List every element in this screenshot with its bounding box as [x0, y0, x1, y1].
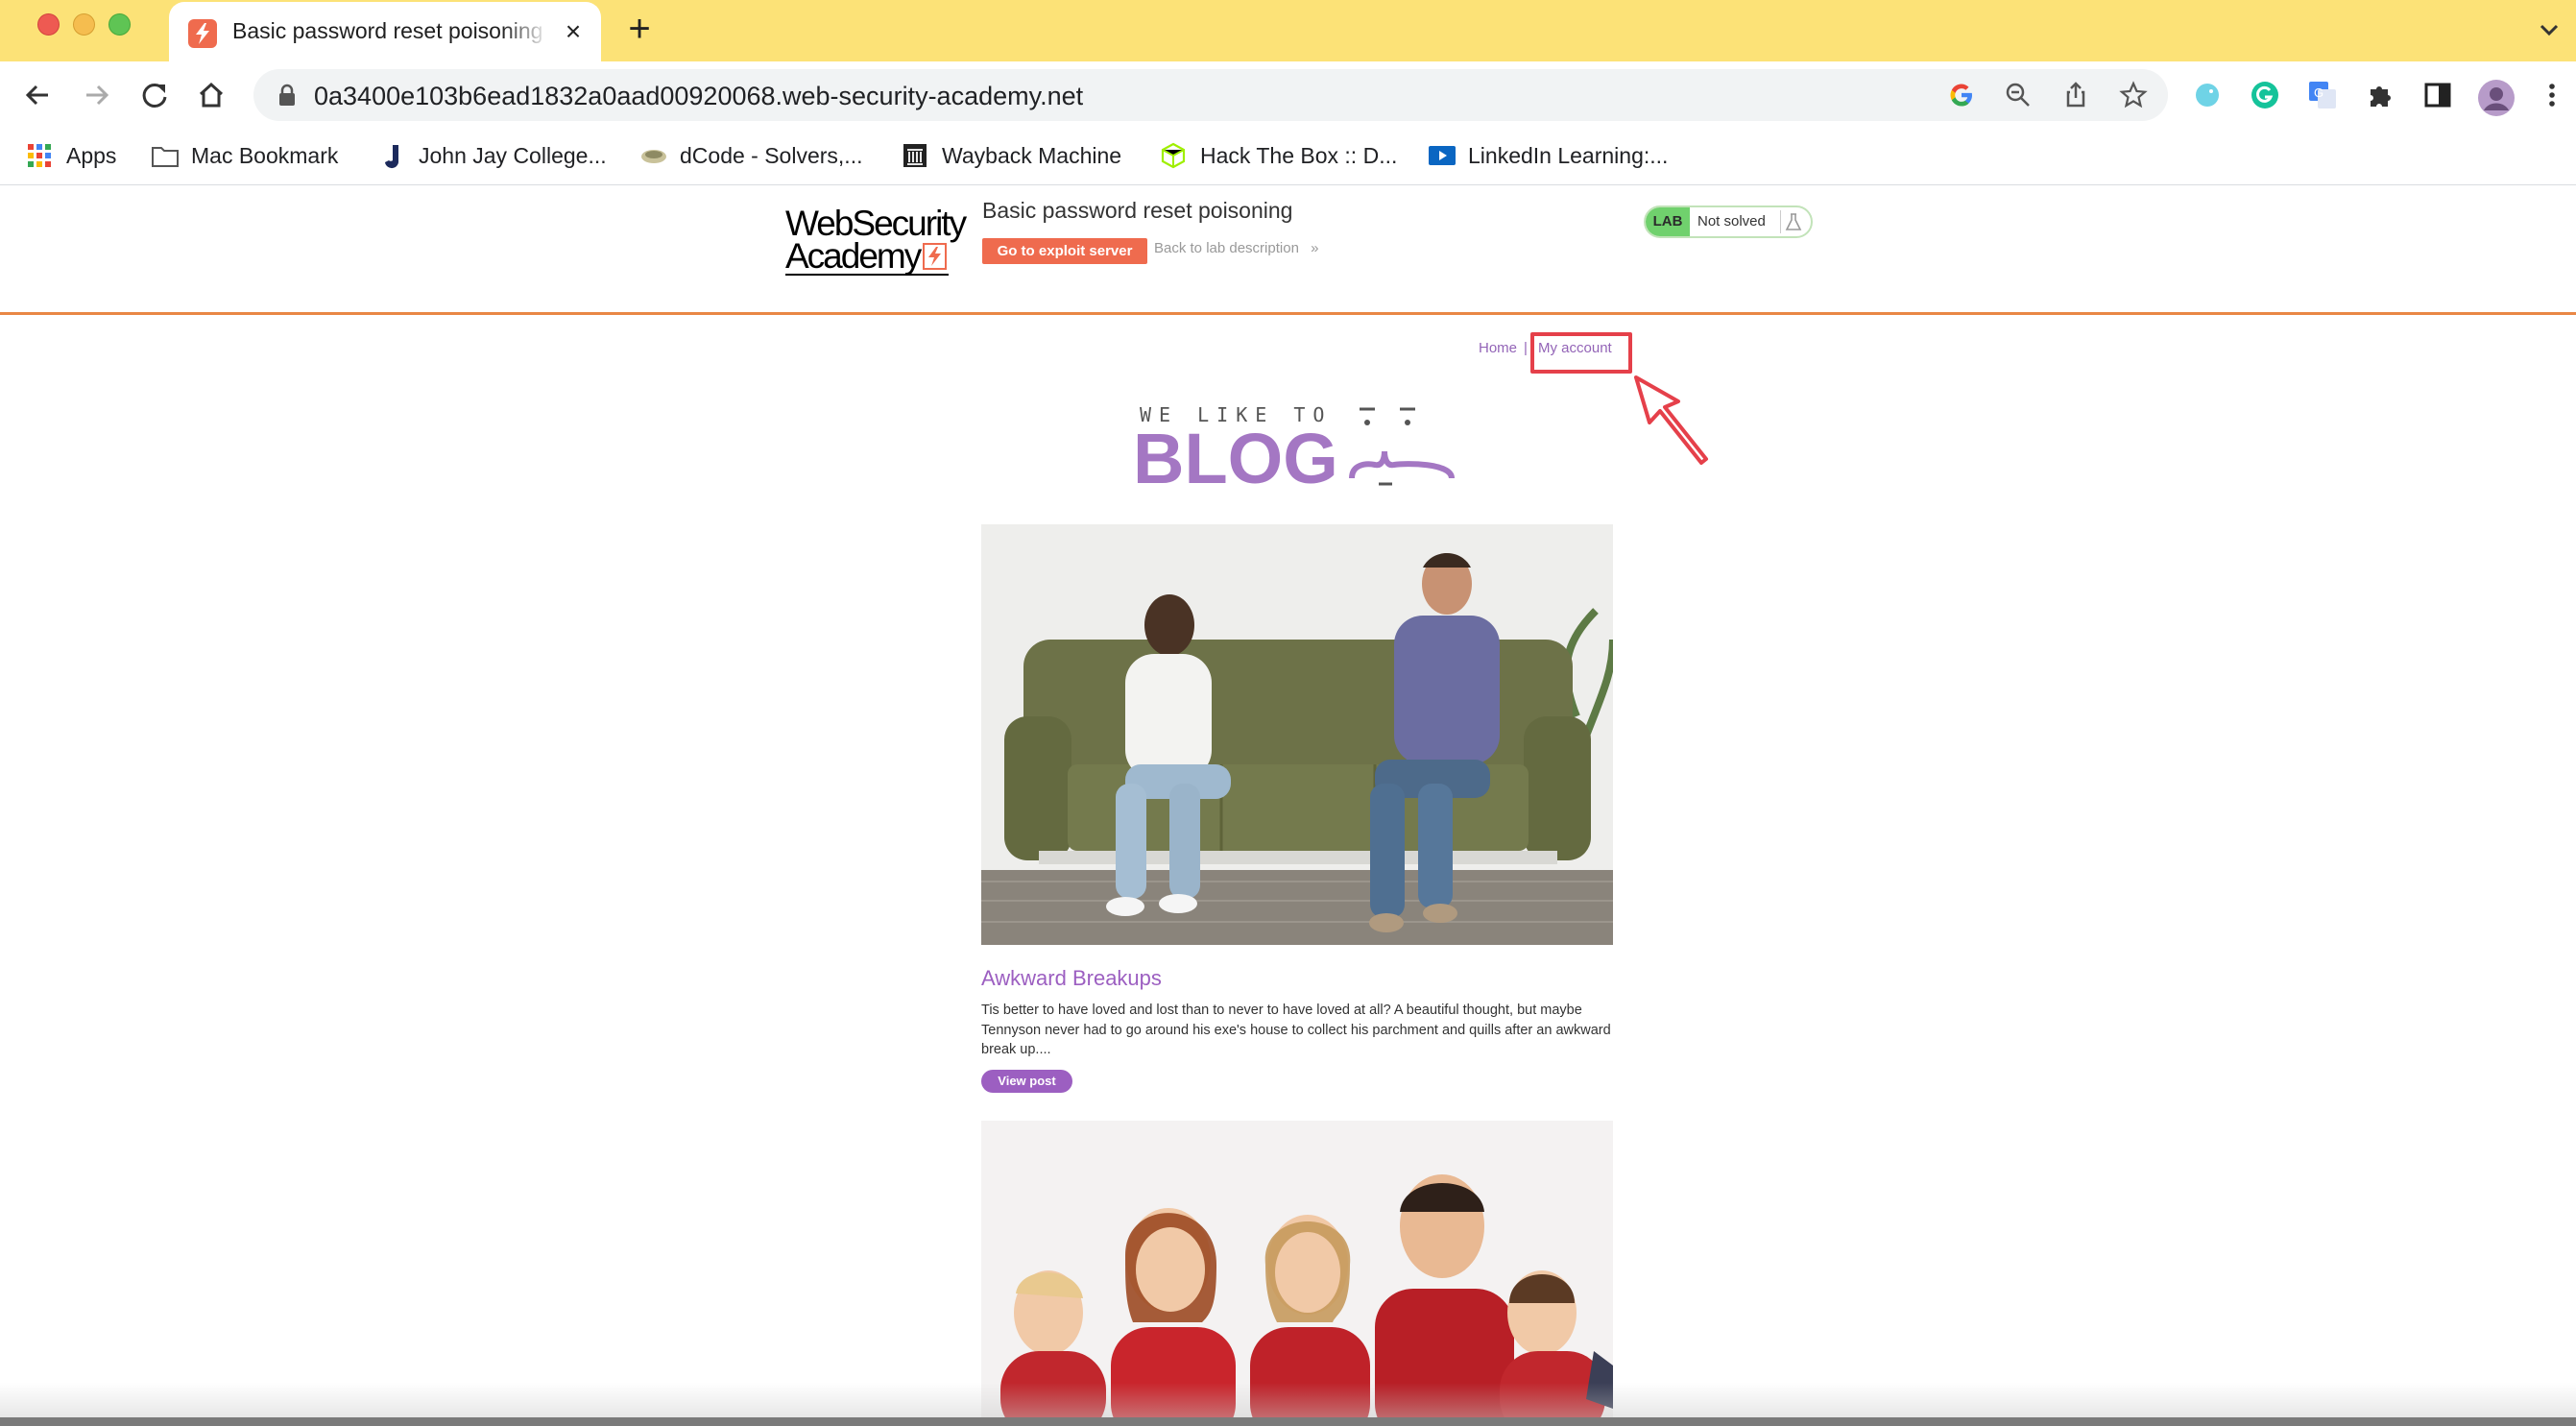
url-text[interactable]: 0a3400e103b6ead1832a0aad00920068.web-sec… — [314, 82, 1083, 111]
view-post-button[interactable]: View post — [981, 1070, 1072, 1093]
svg-text:G: G — [2314, 85, 2323, 100]
bookmark-label: Wayback Machine — [942, 142, 1122, 168]
extension-bird-icon[interactable] — [2191, 79, 2224, 111]
nav-separator: | — [1524, 340, 1528, 356]
john-jay-icon — [378, 142, 405, 169]
browser-tab-active[interactable]: Basic password reset poisoning × — [169, 2, 601, 61]
bookmark-label: dCode - Solvers,... — [680, 142, 863, 168]
bookmarks-bar: Apps Mac Bookmark John Jay College... dC… — [0, 129, 2576, 185]
blog-header-logo: WE LIKE TO BLOG — [1133, 403, 1459, 499]
lab-title: Basic password reset poisoning — [982, 198, 1293, 223]
annotation-arrow-icon — [1632, 373, 1709, 465]
bookmark-john-jay[interactable]: John Jay College... — [378, 138, 607, 173]
grammarly-icon[interactable] — [2249, 79, 2281, 111]
tab-close-icon[interactable]: × — [559, 17, 588, 46]
lab-badge: LAB — [1646, 207, 1690, 236]
google-translate-icon[interactable]: G — [2306, 79, 2339, 111]
nav-home-link[interactable]: Home — [1479, 340, 1517, 356]
share-icon[interactable] — [2060, 80, 2091, 110]
lab-status-widget: LAB Not solved — [1644, 205, 1813, 238]
profile-avatar[interactable] — [2477, 79, 2515, 116]
window-minimize-button[interactable] — [73, 13, 95, 36]
blog-face-icon — [1346, 403, 1459, 490]
flask-icon — [1780, 210, 1805, 233]
web-security-academy-logo[interactable]: WebSecurity Academy — [785, 204, 968, 276]
wayback-icon — [902, 142, 928, 169]
new-tab-button[interactable]: + — [622, 10, 657, 48]
extensions-puzzle-icon[interactable] — [2364, 79, 2396, 111]
site-nav: Home | My account — [0, 340, 2576, 369]
dcode-icon — [639, 142, 666, 169]
address-bar[interactable]: 0a3400e103b6ead1832a0aad00920068.web-sec… — [253, 69, 2168, 121]
back-arrow-icon[interactable] — [19, 76, 58, 114]
linkedin-learning-icon — [1428, 142, 1456, 169]
lab-header: WebSecurity Academy Basic password reset… — [0, 186, 2576, 315]
page-viewport: WebSecurity Academy Basic password reset… — [0, 186, 2576, 1426]
zoom-out-icon[interactable] — [2003, 80, 2034, 110]
bookmark-mac-bookmark[interactable]: Mac Bookmark — [151, 138, 338, 173]
home-icon[interactable] — [192, 76, 230, 114]
bookmark-apps[interactable]: Apps — [26, 138, 116, 173]
apps-grid-icon — [26, 142, 53, 169]
blog-header-title: BLOG — [1133, 419, 1338, 498]
tab-search-chevron-down-icon[interactable] — [2535, 15, 2564, 44]
folder-icon — [151, 142, 179, 169]
bookmark-linkedin-learning[interactable]: LinkedIn Learning:... — [1428, 138, 1668, 173]
window-bottom-edge — [0, 1417, 2576, 1426]
bookmark-label: Hack The Box :: D... — [1200, 142, 1398, 168]
bookmark-wayback-machine[interactable]: Wayback Machine — [902, 138, 1121, 173]
go-to-exploit-server-button[interactable]: Go to exploit server — [982, 238, 1147, 264]
forward-arrow-icon[interactable] — [77, 76, 115, 114]
post-image-couple-on-sofa[interactable] — [981, 524, 1613, 945]
double-chevron-right-icon: » — [1311, 240, 1319, 256]
google-icon[interactable] — [1946, 80, 1977, 110]
bookmark-label: John Jay College... — [419, 142, 607, 168]
browser-tab-strip: Basic password reset poisoning × + — [0, 0, 2576, 61]
side-panel-icon[interactable] — [2421, 79, 2454, 111]
lab-status-text: Not solved — [1697, 213, 1766, 230]
window-close-button[interactable] — [37, 13, 60, 36]
htb-icon — [1160, 142, 1187, 169]
bookmark-label: LinkedIn Learning:... — [1468, 142, 1669, 168]
bookmark-hack-the-box[interactable]: Hack The Box :: D... — [1160, 138, 1397, 173]
post-title[interactable]: Awkward Breakups — [981, 966, 1162, 991]
post-summary: Tis better to have loved and lost than t… — [981, 1003, 1611, 1057]
lightning-bolt-icon — [923, 243, 947, 270]
bookmark-star-icon[interactable] — [2118, 80, 2149, 110]
lock-icon[interactable] — [275, 83, 300, 108]
bookmark-dcode[interactable]: dCode - Solvers,... — [639, 138, 862, 173]
post-image-family-in-red[interactable] — [981, 1121, 1613, 1426]
window-maximize-button[interactable] — [108, 13, 131, 36]
back-to-lab-description-link[interactable]: Back to lab description » — [1154, 240, 1318, 256]
bookmark-label: Apps — [66, 142, 117, 168]
browser-toolbar: 0a3400e103b6ead1832a0aad00920068.web-sec… — [0, 61, 2576, 129]
tab-title: Basic password reset poisoning — [232, 18, 543, 43]
more-menu-icon[interactable] — [2542, 79, 2575, 111]
blog-post-card — [981, 524, 1613, 945]
web-security-academy-favicon-icon — [188, 19, 217, 48]
bookmark-label: Mac Bookmark — [191, 142, 339, 168]
reload-icon[interactable] — [135, 76, 174, 114]
annotation-highlight-box — [1530, 332, 1632, 374]
